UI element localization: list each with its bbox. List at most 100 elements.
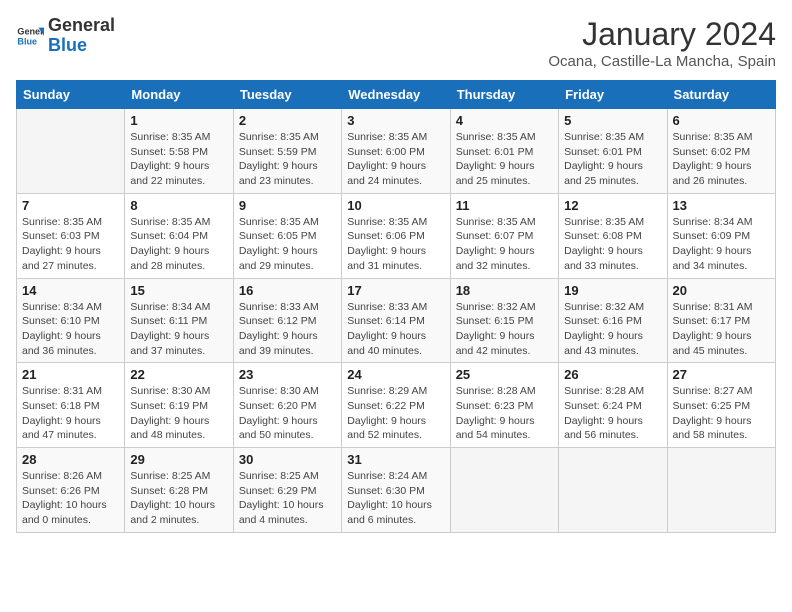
calendar-cell: 9 Sunrise: 8:35 AMSunset: 6:05 PMDaylight… — [233, 193, 341, 278]
logo-icon: General Blue — [16, 22, 44, 50]
day-info: Sunrise: 8:35 AMSunset: 6:00 PMDaylight:… — [347, 130, 444, 189]
day-number: 8 — [130, 198, 227, 213]
weekday-header-monday: Monday — [125, 81, 233, 109]
day-number: 27 — [673, 367, 770, 382]
day-info: Sunrise: 8:35 AMSunset: 6:01 PMDaylight:… — [456, 130, 553, 189]
day-number: 18 — [456, 283, 553, 298]
svg-text:Blue: Blue — [17, 36, 37, 46]
day-number: 3 — [347, 113, 444, 128]
day-number: 24 — [347, 367, 444, 382]
day-info: Sunrise: 8:35 AMSunset: 6:05 PMDaylight:… — [239, 215, 336, 274]
day-number: 11 — [456, 198, 553, 213]
calendar-table: SundayMondayTuesdayWednesdayThursdayFrid… — [16, 80, 776, 533]
page-header: General Blue General Blue January 2024 O… — [16, 16, 776, 70]
calendar-cell: 15Sunrise: 8:34 AMSunset: 6:11 PMDayligh… — [125, 278, 233, 363]
day-info: Sunrise: 8:25 AMSunset: 6:28 PMDaylight:… — [130, 469, 227, 528]
day-number: 28 — [22, 452, 119, 467]
calendar-cell: 10 Sunrise: 8:35 AMSunset: 6:06 PMDayligh… — [342, 193, 450, 278]
calendar-cell: 12 Sunrise: 8:35 AMSunset: 6:08 PMDayligh… — [559, 193, 667, 278]
day-info: Sunrise: 8:31 AMSunset: 6:18 PMDaylight:… — [22, 384, 119, 443]
day-number: 7 — [22, 198, 119, 213]
calendar-cell: 16Sunrise: 8:33 AMSunset: 6:12 PMDayligh… — [233, 278, 341, 363]
day-number: 30 — [239, 452, 336, 467]
day-number: 31 — [347, 452, 444, 467]
weekday-header-friday: Friday — [559, 81, 667, 109]
weekday-header-wednesday: Wednesday — [342, 81, 450, 109]
calendar-cell: 13Sunrise: 8:34 AMSunset: 6:09 PMDayligh… — [667, 193, 775, 278]
calendar-cell: 8 Sunrise: 8:35 AMSunset: 6:04 PMDaylight… — [125, 193, 233, 278]
calendar-cell: 24 Sunrise: 8:29 AMSunset: 6:22 PMDayligh… — [342, 363, 450, 448]
calendar-week-4: 21 Sunrise: 8:31 AMSunset: 6:18 PMDayligh… — [17, 363, 776, 448]
calendar-cell: 25 Sunrise: 8:28 AMSunset: 6:23 PMDayligh… — [450, 363, 558, 448]
calendar-cell: 28 Sunrise: 8:26 AMSunset: 6:26 PMDayligh… — [17, 448, 125, 533]
calendar-cell — [450, 448, 558, 533]
day-info: Sunrise: 8:26 AMSunset: 6:26 PMDaylight:… — [22, 469, 119, 528]
day-info: Sunrise: 8:32 AMSunset: 6:15 PMDaylight:… — [456, 300, 553, 359]
day-info: Sunrise: 8:33 AMSunset: 6:12 PMDaylight:… — [239, 300, 336, 359]
day-number: 10 — [347, 198, 444, 213]
day-info: Sunrise: 8:35 AMSunset: 5:58 PMDaylight:… — [130, 130, 227, 189]
day-info: Sunrise: 8:25 AMSunset: 6:29 PMDaylight:… — [239, 469, 336, 528]
day-info: Sunrise: 8:35 AMSunset: 6:08 PMDaylight:… — [564, 215, 661, 274]
weekday-header-sunday: Sunday — [17, 81, 125, 109]
weekday-header-saturday: Saturday — [667, 81, 775, 109]
day-number: 22 — [130, 367, 227, 382]
day-number: 6 — [673, 113, 770, 128]
day-number: 17 — [347, 283, 444, 298]
calendar-header-row: SundayMondayTuesdayWednesdayThursdayFrid… — [17, 81, 776, 109]
day-info: Sunrise: 8:28 AMSunset: 6:23 PMDaylight:… — [456, 384, 553, 443]
calendar-week-3: 14 Sunrise: 8:34 AMSunset: 6:10 PMDayligh… — [17, 278, 776, 363]
day-number: 21 — [22, 367, 119, 382]
calendar-cell: 2Sunrise: 8:35 AMSunset: 5:59 PMDaylight… — [233, 109, 341, 194]
day-number: 26 — [564, 367, 661, 382]
day-number: 25 — [456, 367, 553, 382]
weekday-header-thursday: Thursday — [450, 81, 558, 109]
calendar-cell: 29Sunrise: 8:25 AMSunset: 6:28 PMDayligh… — [125, 448, 233, 533]
day-info: Sunrise: 8:35 AMSunset: 6:07 PMDaylight:… — [456, 215, 553, 274]
calendar-cell: 7 Sunrise: 8:35 AMSunset: 6:03 PMDaylight… — [17, 193, 125, 278]
calendar-cell: 23Sunrise: 8:30 AMSunset: 6:20 PMDayligh… — [233, 363, 341, 448]
calendar-cell — [559, 448, 667, 533]
day-number: 19 — [564, 283, 661, 298]
day-info: Sunrise: 8:29 AMSunset: 6:22 PMDaylight:… — [347, 384, 444, 443]
day-info: Sunrise: 8:35 AMSunset: 6:01 PMDaylight:… — [564, 130, 661, 189]
weekday-header-tuesday: Tuesday — [233, 81, 341, 109]
calendar-cell: 17 Sunrise: 8:33 AMSunset: 6:14 PMDayligh… — [342, 278, 450, 363]
calendar-cell: 20Sunrise: 8:31 AMSunset: 6:17 PMDayligh… — [667, 278, 775, 363]
day-info: Sunrise: 8:34 AMSunset: 6:09 PMDaylight:… — [673, 215, 770, 274]
day-number: 15 — [130, 283, 227, 298]
calendar-cell: 1 Sunrise: 8:35 AMSunset: 5:58 PMDaylight… — [125, 109, 233, 194]
day-number: 9 — [239, 198, 336, 213]
day-info: Sunrise: 8:30 AMSunset: 6:19 PMDaylight:… — [130, 384, 227, 443]
calendar-cell — [667, 448, 775, 533]
day-info: Sunrise: 8:24 AMSunset: 6:30 PMDaylight:… — [347, 469, 444, 528]
day-number: 12 — [564, 198, 661, 213]
day-info: Sunrise: 8:34 AMSunset: 6:10 PMDaylight:… — [22, 300, 119, 359]
calendar-cell: 21 Sunrise: 8:31 AMSunset: 6:18 PMDayligh… — [17, 363, 125, 448]
calendar-cell: 11 Sunrise: 8:35 AMSunset: 6:07 PMDayligh… — [450, 193, 558, 278]
calendar-week-2: 7 Sunrise: 8:35 AMSunset: 6:03 PMDaylight… — [17, 193, 776, 278]
day-info: Sunrise: 8:32 AMSunset: 6:16 PMDaylight:… — [564, 300, 661, 359]
day-number: 14 — [22, 283, 119, 298]
calendar-cell: 18 Sunrise: 8:32 AMSunset: 6:15 PMDayligh… — [450, 278, 558, 363]
day-info: Sunrise: 8:35 AMSunset: 6:04 PMDaylight:… — [130, 215, 227, 274]
day-info: Sunrise: 8:35 AMSunset: 6:06 PMDaylight:… — [347, 215, 444, 274]
calendar-cell: 14 Sunrise: 8:34 AMSunset: 6:10 PMDayligh… — [17, 278, 125, 363]
calendar-cell: 22 Sunrise: 8:30 AMSunset: 6:19 PMDayligh… — [125, 363, 233, 448]
calendar-week-1: 1 Sunrise: 8:35 AMSunset: 5:58 PMDaylight… — [17, 109, 776, 194]
calendar-cell: 31 Sunrise: 8:24 AMSunset: 6:30 PMDayligh… — [342, 448, 450, 533]
calendar-cell: 3 Sunrise: 8:35 AMSunset: 6:00 PMDaylight… — [342, 109, 450, 194]
day-number: 4 — [456, 113, 553, 128]
day-info: Sunrise: 8:28 AMSunset: 6:24 PMDaylight:… — [564, 384, 661, 443]
calendar-week-5: 28 Sunrise: 8:26 AMSunset: 6:26 PMDayligh… — [17, 448, 776, 533]
day-number: 1 — [130, 113, 227, 128]
day-info: Sunrise: 8:35 AMSunset: 6:02 PMDaylight:… — [673, 130, 770, 189]
day-info: Sunrise: 8:33 AMSunset: 6:14 PMDaylight:… — [347, 300, 444, 359]
calendar-cell: 4 Sunrise: 8:35 AMSunset: 6:01 PMDaylight… — [450, 109, 558, 194]
calendar-cell: 30 Sunrise: 8:25 AMSunset: 6:29 PMDayligh… — [233, 448, 341, 533]
day-number: 23 — [239, 367, 336, 382]
calendar-cell: 6 Sunrise: 8:35 AMSunset: 6:02 PMDaylight… — [667, 109, 775, 194]
calendar-cell: 27Sunrise: 8:27 AMSunset: 6:25 PMDayligh… — [667, 363, 775, 448]
logo-blue-text: Blue — [48, 36, 115, 56]
day-info: Sunrise: 8:35 AMSunset: 6:03 PMDaylight:… — [22, 215, 119, 274]
